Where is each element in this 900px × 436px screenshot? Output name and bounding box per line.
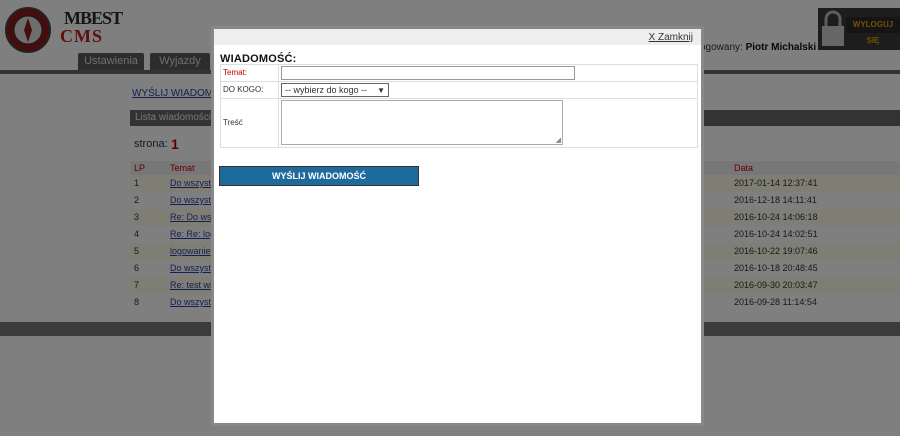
subject-row: Temat:: [221, 65, 697, 82]
message-modal: X Zamknij WIADOMOŚĆ: Temat: DO KOGO: -- …: [211, 26, 704, 426]
recipient-label: DO KOGO:: [221, 82, 279, 98]
send-message-button[interactable]: WYŚLIJ WIADOMOŚĆ: [219, 166, 419, 186]
close-button[interactable]: X Zamknij: [649, 32, 693, 43]
recipient-select[interactable]: -- wybierz do kogo -- ▼: [281, 83, 389, 97]
chevron-down-icon: ▼: [377, 86, 385, 95]
body-label: Treść: [221, 99, 279, 147]
subject-input[interactable]: [281, 66, 575, 80]
subject-label: Temat:: [221, 65, 279, 81]
resize-grip-icon[interactable]: ◢: [556, 136, 561, 144]
recipient-row: DO KOGO: -- wybierz do kogo -- ▼: [221, 82, 697, 99]
message-form: Temat: DO KOGO: -- wybierz do kogo -- ▼ …: [220, 64, 698, 148]
recipient-select-value: -- wybierz do kogo --: [285, 85, 368, 95]
body-textarea[interactable]: ◢: [281, 100, 563, 145]
body-row: Treść ◢: [221, 99, 697, 147]
modal-top-bar: X Zamknij: [214, 29, 701, 45]
